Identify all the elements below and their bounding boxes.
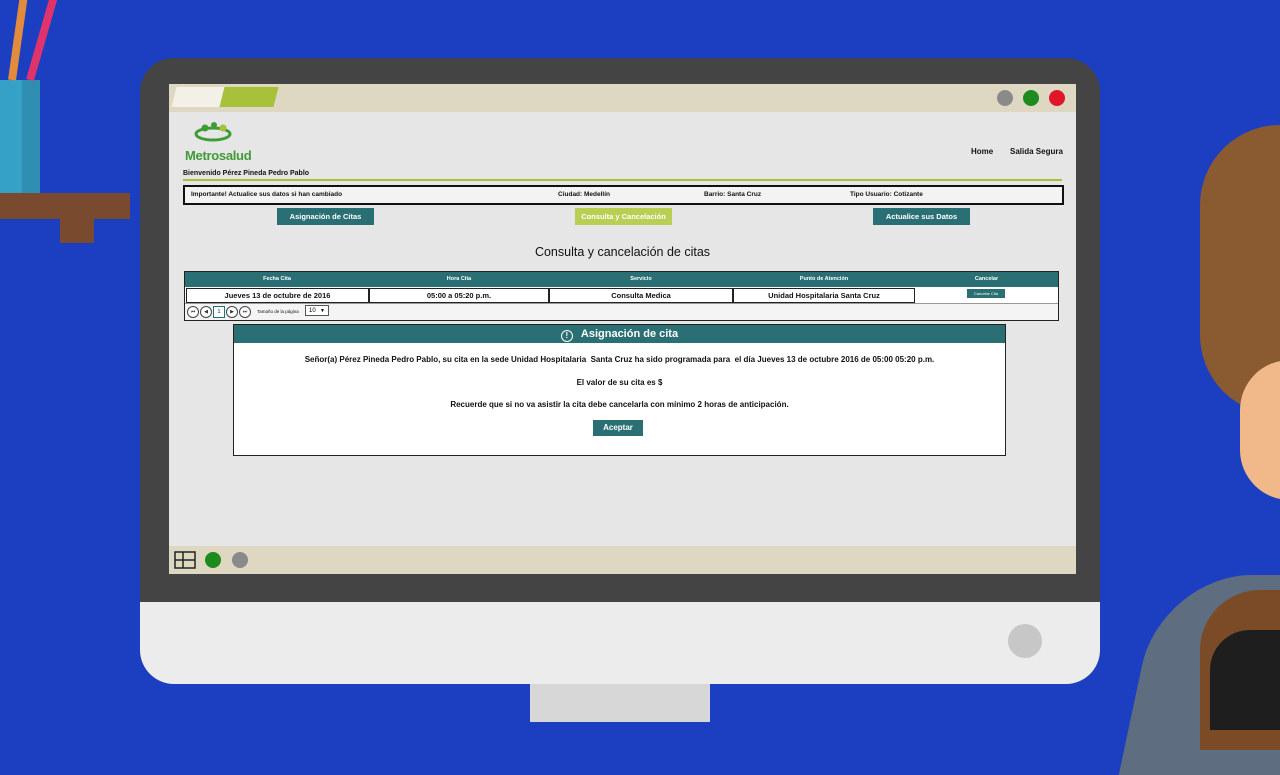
pencil-cup — [0, 80, 40, 200]
consult-cancel-button[interactable]: Consulta y Cancelación — [575, 208, 672, 225]
header-divider — [183, 179, 1062, 181]
column-header-time: Hora Cita — [446, 276, 472, 282]
cancel-appointment-button[interactable]: Cancelar Cita — [967, 289, 1005, 298]
prev-page-icon[interactable]: ◀ — [200, 306, 212, 318]
page-size-select[interactable]: 10 ▼ — [305, 305, 329, 316]
cell-service: Consulta Medica — [549, 288, 733, 303]
info-icon: ! — [560, 330, 573, 342]
power-button[interactable] — [1008, 624, 1042, 658]
update-notice: Importante! Actualice sus datos si han c… — [191, 191, 343, 198]
table-header: Fecha Cita Hora Cita Servicio Punto de A… — [185, 272, 1058, 287]
column-header-service: Servicio — [630, 276, 652, 282]
next-page-icon[interactable]: ▶ — [226, 306, 238, 318]
monitor-chin — [140, 602, 1100, 684]
welcome-message: Bienvenido Pérez Pineda Pedro Pablo — [183, 170, 310, 177]
windows-start-icon[interactable] — [174, 551, 196, 569]
chevron-down-icon: ▼ — [320, 308, 325, 314]
page-size-value: 10 — [309, 308, 316, 314]
shelf — [0, 193, 130, 219]
appointments-table: Fecha Cita Hora Cita Servicio Punto de A… — [184, 271, 1059, 321]
browser-titlebar — [169, 84, 1076, 112]
taskbar-app-green[interactable] — [205, 552, 221, 568]
assign-appointments-button[interactable]: Asignación de Citas — [277, 208, 374, 225]
info-bar: Importante! Actualice sus datos si han c… — [183, 185, 1064, 205]
neighborhood-label: Barrio: Santa Cruz — [704, 191, 762, 198]
page-title: Consulta y cancelación de citas — [534, 245, 711, 259]
cell-location: Unidad Hospitalaria Santa Cruz — [733, 288, 915, 303]
window-minimize-button[interactable] — [997, 90, 1013, 106]
screen: Metrosalud Home Salida Segura Bienvenido… — [169, 84, 1076, 574]
user-type-label: Tipo Usuario: Cotizante — [850, 191, 923, 198]
cell-date: Jueves 13 de octubre de 2016 — [186, 288, 369, 303]
nav-logout-link[interactable]: Salida Segura — [1010, 147, 1063, 156]
last-page-icon[interactable]: ⏭ — [239, 306, 251, 318]
city-label: Ciudad: Medellín — [558, 191, 610, 198]
column-header-date: Fecha Cita — [263, 276, 291, 282]
person-dark-shirt — [1210, 630, 1280, 730]
taskbar — [169, 546, 1076, 574]
dialog-header: ! Asignación de cita — [234, 325, 1005, 343]
browser-tab[interactable] — [171, 87, 225, 107]
pager: ⏮ ◀ 1 ▶ ⏭ Tamaño de la página 10 ▼ — [187, 305, 487, 318]
monitor-stand — [530, 682, 710, 722]
dialog-message-2: El valor de su cita es $ — [576, 378, 663, 387]
table-row: Jueves 13 de octubre de 2016 05:00 a 05:… — [185, 287, 1058, 304]
update-data-button[interactable]: Actualice sus Datos — [873, 208, 970, 225]
page-size-label: Tamaño de la página — [257, 309, 299, 314]
logo-text: Metrosalud — [185, 148, 252, 163]
nav-home-link[interactable]: Home — [971, 147, 993, 156]
pencil — [26, 0, 67, 82]
appointment-dialog: ! Asignación de cita Señor(a) Pérez Pined… — [233, 324, 1006, 456]
current-page[interactable]: 1 — [213, 306, 225, 318]
dialog-message-1: Señor(a) Pérez Pineda Pedro Pablo, su ci… — [304, 355, 935, 364]
dialog-title: Asignación de cita — [580, 328, 679, 340]
window-close-button[interactable] — [1049, 90, 1065, 106]
column-header-cancel: Cancelar — [974, 276, 999, 282]
accept-button[interactable]: Aceptar — [593, 420, 643, 436]
window-maximize-button[interactable] — [1023, 90, 1039, 106]
cell-time: 05:00 a 05:20 p.m. — [369, 288, 549, 303]
taskbar-app-gray[interactable] — [232, 552, 248, 568]
dialog-message-3: Recuerde que si no va asistir la cita de… — [450, 400, 789, 409]
monitor: Metrosalud Home Salida Segura Bienvenido… — [140, 58, 1100, 684]
column-header-location: Punto de Atención — [799, 276, 849, 282]
browser-tab-active[interactable] — [219, 87, 279, 107]
shelf-bracket — [60, 219, 94, 243]
first-page-icon[interactable]: ⏮ — [187, 306, 199, 318]
